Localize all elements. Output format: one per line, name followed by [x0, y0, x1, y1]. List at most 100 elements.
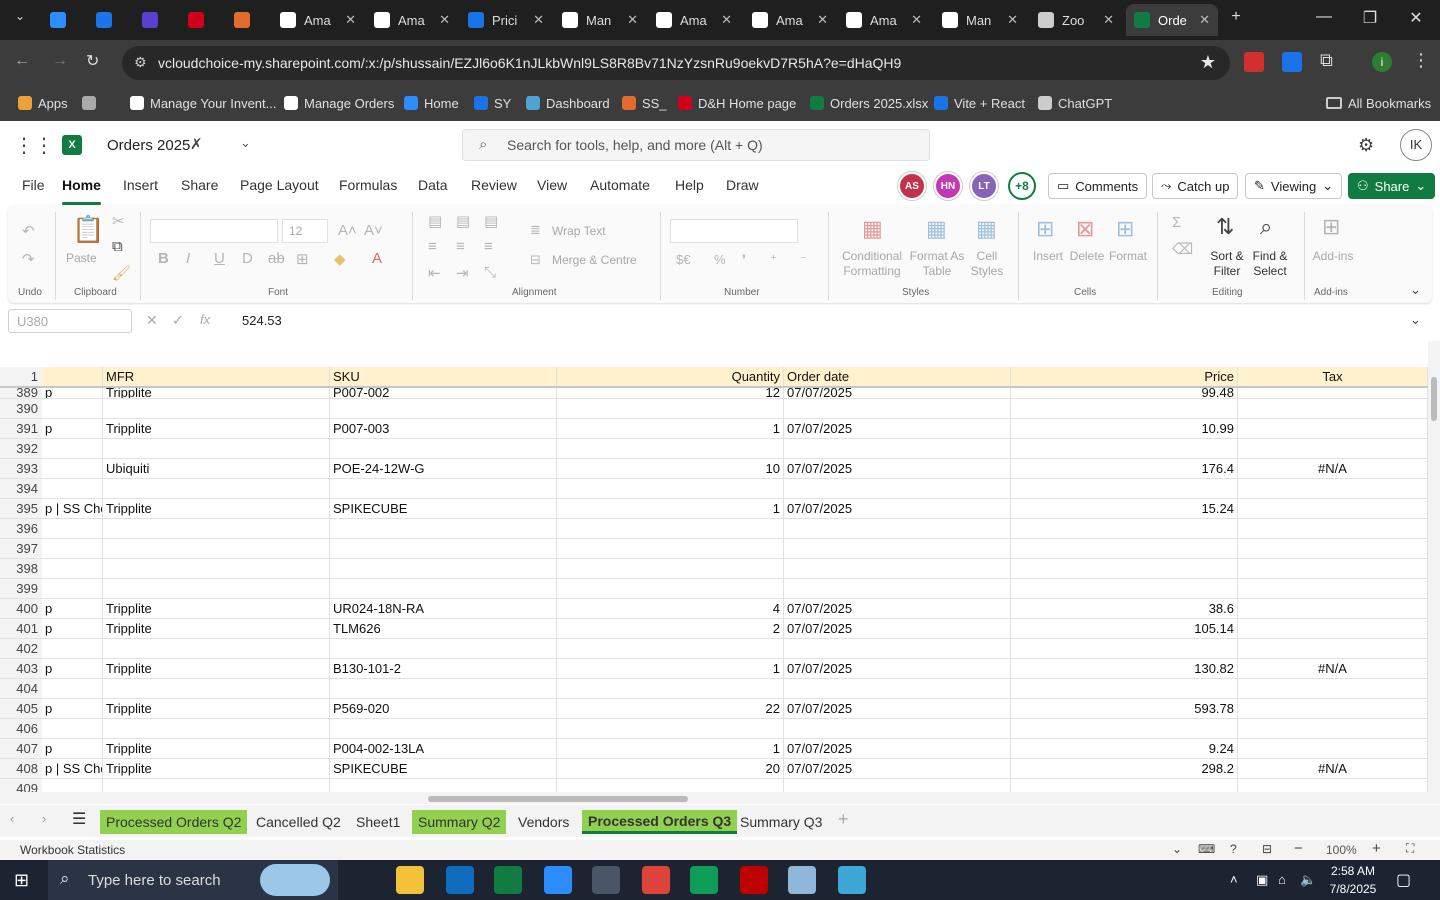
table-cell[interactable]: #N/A [1238, 659, 1428, 679]
insert-function-icon[interactable]: fx [200, 312, 210, 327]
name-box[interactable]: U380 [8, 309, 132, 333]
table-cell[interactable]: 130.82 [1011, 659, 1238, 679]
row-header[interactable]: 392 [0, 439, 42, 459]
bookmark-item[interactable]: SY [474, 92, 511, 114]
url-bar[interactable]: ⚙ vcloudchoice-my.sharepoint.com/:x:/p/s… [122, 46, 1230, 80]
sheet-tab[interactable]: Summary Q3 [734, 810, 828, 834]
row-header[interactable]: 393 [0, 459, 42, 479]
table-cell[interactable]: 99.48 [1011, 387, 1238, 399]
table-cell[interactable] [42, 559, 103, 579]
expand-formula-bar-chevron-icon[interactable]: ⌄ [1410, 312, 1421, 328]
file-menu-chevron-icon[interactable]: ⌄ [240, 135, 251, 151]
align-middle-icon[interactable]: ▤ [456, 212, 470, 230]
table-cell[interactable]: B130-101-2 [330, 659, 557, 679]
table-cell[interactable]: 1 [557, 659, 784, 679]
sensitivity-icon[interactable]: ✗ [190, 135, 203, 153]
add-ins-button[interactable]: Add-ins [1310, 249, 1356, 264]
expand-ribbon-chevron-icon[interactable]: ⌄ [1410, 282, 1421, 298]
table-cell[interactable] [784, 399, 1011, 419]
table-cell[interactable] [1011, 679, 1238, 699]
file-name[interactable]: Orders 2025 [107, 137, 190, 154]
insert-cells-button[interactable]: Insert [1028, 249, 1068, 264]
maximize-button[interactable]: ❐ [1350, 8, 1390, 28]
close-tab-icon[interactable]: ✕ [1103, 12, 1114, 28]
table-cell[interactable]: P569-020 [330, 699, 557, 719]
double-underline-icon[interactable]: D [242, 250, 253, 267]
table-cell[interactable] [42, 479, 103, 499]
browser-tab[interactable] [88, 4, 132, 36]
table-cell[interactable] [330, 779, 557, 792]
table-cell[interactable] [103, 439, 330, 459]
decrease-decimal-icon[interactable]: ⁻ [800, 252, 807, 268]
tab-review[interactable]: Review [471, 177, 517, 193]
close-tab-icon[interactable]: ✕ [1199, 12, 1210, 28]
browser-tab[interactable]: Ama ✕ [838, 4, 930, 36]
help-icon[interactable]: ? [1230, 842, 1237, 856]
zoom-icon[interactable] [544, 866, 572, 894]
task-view-icon[interactable] [346, 866, 374, 894]
header-cell[interactable]: Order date [784, 367, 1011, 387]
catch-up-button[interactable]: ⤳ Catch up [1152, 173, 1239, 199]
browser-tab[interactable] [226, 4, 270, 36]
table-cell[interactable] [330, 679, 557, 699]
row-header[interactable]: 405 [0, 699, 42, 719]
table-cell[interactable] [330, 539, 557, 559]
table-cell[interactable] [784, 439, 1011, 459]
table-cell[interactable]: P007-003 [330, 419, 557, 439]
bookmark-item[interactable]: ChatGPT [1038, 92, 1112, 114]
table-cell[interactable]: SPIKECUBE [330, 759, 557, 779]
align-top-icon[interactable]: ▤ [428, 212, 442, 230]
settings-gear-icon[interactable]: ⚙ [1358, 135, 1374, 156]
row-header[interactable]: 404 [0, 679, 42, 699]
taskbar-search[interactable]: ⌕ Type here to search [48, 860, 338, 900]
table-cell[interactable] [557, 439, 784, 459]
tab-page-layout[interactable]: Page Layout [240, 177, 319, 193]
paste-icon[interactable]: 📋 [72, 214, 104, 245]
table-cell[interactable] [330, 639, 557, 659]
increase-decimal-icon[interactable]: ⁺ [770, 252, 777, 268]
back-icon[interactable]: ← [14, 52, 30, 70]
table-cell[interactable]: p [42, 659, 103, 679]
merge-centre-button[interactable]: Merge & Centre [552, 253, 637, 268]
sort-filter-button[interactable]: Sort & Filter [1204, 249, 1250, 279]
table-cell[interactable]: p [42, 619, 103, 639]
table-cell[interactable]: p [42, 739, 103, 759]
new-tab-button[interactable]: + [1216, 8, 1256, 26]
table-cell[interactable] [103, 639, 330, 659]
browser-tab[interactable]: Man ✕ [554, 4, 646, 36]
close-tab-icon[interactable]: ✕ [817, 12, 828, 28]
table-cell[interactable] [42, 639, 103, 659]
table-cell[interactable] [1238, 559, 1428, 579]
notifications-icon[interactable]: ▢ [1396, 870, 1411, 890]
table-cell[interactable] [557, 719, 784, 739]
bookmark-item[interactable]: Manage Your Invent... [130, 92, 276, 114]
table-cell[interactable]: p [42, 699, 103, 719]
table-cell[interactable]: p [42, 599, 103, 619]
bookmark-item[interactable]: Manage Orders [284, 92, 394, 114]
wrap-text-icon[interactable]: ≣ [530, 222, 541, 238]
table-cell[interactable] [1238, 779, 1428, 792]
table-cell[interactable] [557, 779, 784, 792]
search-box[interactable]: ⌕ Search for tools, help, and more (Alt … [462, 129, 930, 161]
table-cell[interactable]: p [42, 387, 103, 399]
table-cell[interactable]: 593.78 [1011, 699, 1238, 719]
font-color-icon[interactable]: A [372, 250, 382, 267]
browser-tab[interactable]: Ama ✕ [366, 4, 458, 36]
currency-icon[interactable]: $€ [676, 252, 690, 267]
close-tab-icon[interactable]: ✕ [533, 12, 544, 28]
table-cell[interactable]: 1 [557, 419, 784, 439]
delete-cells-button[interactable]: Delete [1066, 249, 1108, 264]
table-cell[interactable] [557, 519, 784, 539]
table-cell[interactable] [330, 519, 557, 539]
more-menu-icon[interactable]: ⋮ [1412, 50, 1430, 71]
table-cell[interactable]: 07/07/2025 [784, 759, 1011, 779]
table-cell[interactable] [1238, 479, 1428, 499]
borders-icon[interactable]: ⊞ [296, 250, 309, 268]
cut-icon[interactable]: ✂ [112, 212, 125, 230]
sheet-tab[interactable]: Vendors [512, 810, 575, 834]
orientation-icon[interactable]: ⤡ [484, 264, 496, 281]
table-cell[interactable] [330, 479, 557, 499]
table-cell[interactable]: 2 [557, 619, 784, 639]
clear-icon[interactable]: ⌫ [1172, 240, 1193, 258]
table-cell[interactable] [557, 479, 784, 499]
